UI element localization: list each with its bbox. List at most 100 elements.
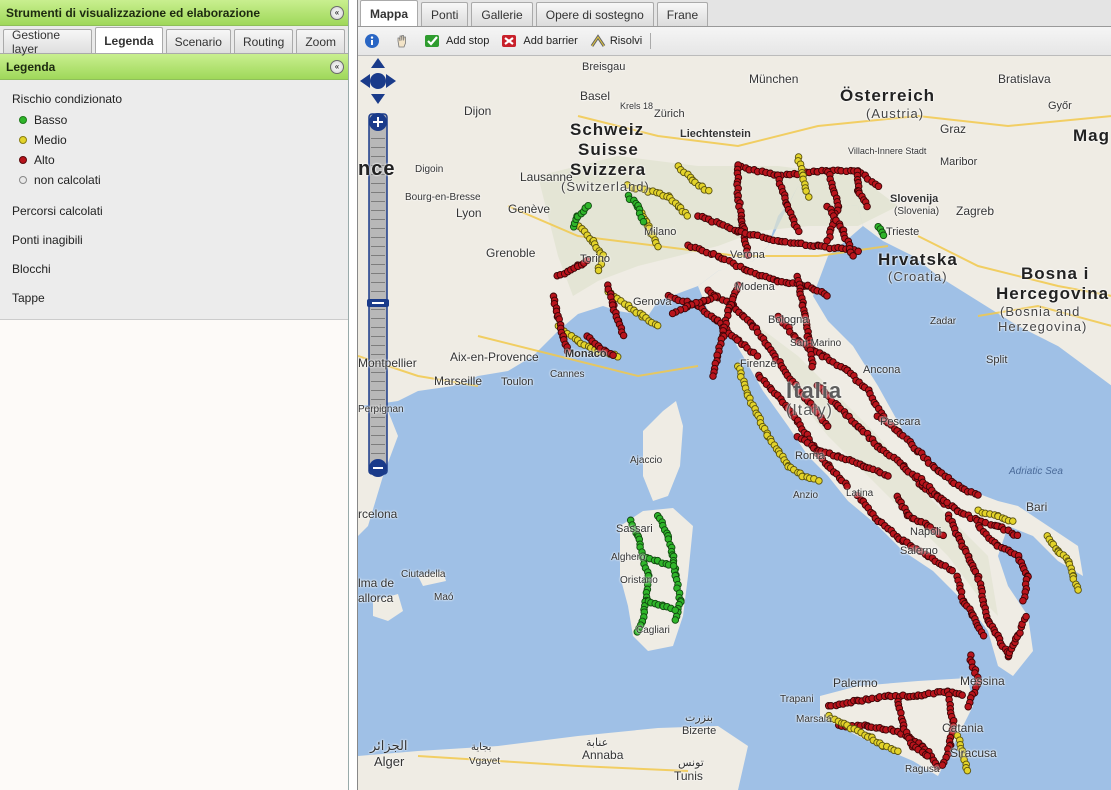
tab-routing[interactable]: Routing (233, 29, 294, 53)
map-label: Vgayet (469, 756, 501, 767)
map-label: Zagreb (956, 204, 995, 218)
legend-group-title: Rischio condizionato (12, 92, 123, 106)
pan-button[interactable] (394, 33, 412, 49)
map-label: Bratislava (998, 72, 1051, 86)
map-label: Split (986, 354, 1008, 366)
collapse-legend-icon[interactable]: « (330, 59, 344, 74)
map-label: Maribor (940, 156, 978, 168)
add-stop-button[interactable]: Add stop (424, 33, 489, 49)
map-label: lma de (358, 576, 395, 590)
map-label: Trieste (886, 226, 920, 238)
map-label: Napoli (910, 526, 942, 538)
map-label: Siracusa (950, 746, 997, 760)
solve-button[interactable]: Risolvi (590, 33, 642, 49)
map-label: Milano (644, 226, 677, 238)
pan-right-icon[interactable] (386, 74, 396, 88)
collapse-icon[interactable]: « (330, 5, 344, 20)
legend-item-basso: Basso (0, 110, 348, 130)
legend-title: Legenda (6, 59, 56, 74)
map-label: (Italy) (786, 402, 833, 419)
map-label: Ancona (863, 364, 901, 376)
tab-ponti[interactable]: Ponti (421, 2, 469, 26)
route-solve-icon (590, 34, 606, 47)
map-panel: Mappa Ponti Gallerie Opere di sostegno F… (357, 0, 1111, 790)
tab-gallerie[interactable]: Gallerie (471, 2, 533, 26)
red-dot-icon (19, 156, 27, 164)
legend-section-blocchi[interactable]: Blocchi (0, 254, 348, 283)
map-label: Dijon (464, 104, 492, 118)
map-label: Torino (580, 253, 610, 265)
add-barrier-label: Add barrier (523, 35, 578, 47)
info-button[interactable] (364, 33, 382, 49)
tools-panel-header: Strumenti di visualizzazione ed elaboraz… (0, 0, 348, 26)
pan-down-icon[interactable] (371, 94, 385, 104)
map-label: Italia (786, 378, 843, 403)
map-label: Toulon (501, 376, 534, 388)
map-label: Aix-en-Provence (450, 350, 539, 364)
map-label: Marseille (434, 374, 483, 388)
legend-item-alto: Alto (0, 150, 348, 170)
map-label: بجاية (471, 742, 492, 753)
hand-icon (397, 35, 406, 48)
legend-section-tappe[interactable]: Tappe (0, 283, 348, 312)
legend-section-ponti[interactable]: Ponti inagibili (0, 225, 348, 254)
map-label: München (749, 72, 799, 86)
map-label: Alghero (611, 552, 646, 563)
map-label: الجزائر (370, 738, 408, 753)
map-label: Perpignan (358, 404, 404, 415)
map-label: Digoin (415, 164, 444, 175)
add-stop-label: Add stop (446, 35, 490, 47)
map-label: (Austria) (866, 106, 925, 121)
pan-center-icon[interactable] (370, 73, 386, 89)
tab-zoom[interactable]: Zoom (296, 29, 345, 53)
map-label: Oristano (620, 575, 658, 586)
tab-scenario[interactable]: Scenario (165, 29, 231, 53)
map-label: Graz (940, 122, 967, 136)
map-label: Zürich (654, 108, 685, 120)
map-label: nce (358, 158, 396, 180)
legend-item-non-calcolati: non calcolati (0, 170, 348, 190)
map-label: Cagliari (636, 625, 670, 636)
pan-left-icon[interactable] (360, 74, 370, 88)
yellow-dot-icon (19, 136, 27, 144)
tab-gestione-layer[interactable]: Gestione layer (3, 28, 93, 56)
map-label: rcelona (358, 507, 398, 521)
map-label: Adriatic Sea (1009, 466, 1063, 477)
map-label: Monaco (565, 348, 607, 360)
pan-control[interactable] (360, 58, 396, 104)
tab-frane[interactable]: Frane (656, 2, 709, 26)
map-label: Genova (633, 296, 672, 308)
map-label: (Bosnia and (1000, 304, 1081, 319)
legend-header: Legenda « (0, 54, 348, 80)
map-label: Grenoble (486, 246, 536, 260)
map-label: Firenze (740, 358, 777, 370)
map-label: Basel (580, 89, 611, 103)
map-label: Messina (960, 674, 1005, 688)
map-label: Trapani (780, 694, 814, 705)
map-canvas[interactable]: Schweiz Suisse Svizzera (Switzerland) Ös… (358, 56, 1111, 790)
map-label: Breisgau (582, 61, 626, 73)
tab-opere-di-sostegno[interactable]: Opere di sostegno (535, 2, 654, 26)
tab-mappa[interactable]: Mappa (360, 0, 419, 26)
map-label: Genève (508, 202, 551, 216)
map-label: Bourg-en-Bresse (405, 192, 481, 203)
add-barrier-icon (502, 35, 517, 47)
map-label: Lausanne (520, 170, 573, 184)
add-barrier-button[interactable]: Add barrier (501, 33, 578, 49)
map-label: Maó (434, 592, 454, 603)
map-label: Cannes (550, 369, 585, 380)
legend-section-percorsi[interactable]: Percorsi calcolati (0, 196, 348, 225)
map-label: Catania (942, 721, 984, 735)
legend-item-label: non calcolati (34, 173, 101, 187)
map-toolbar: Add stop Add barrier Risolvi (358, 27, 1111, 56)
map-label: Zadar (930, 316, 957, 327)
map-label: Slovenija (890, 193, 939, 205)
pan-up-icon[interactable] (371, 58, 385, 68)
zoom-control[interactable] (358, 56, 398, 486)
map-label: Bari (1026, 500, 1048, 514)
map-label: Alger (374, 754, 405, 769)
map-label: Liechtenstein (680, 128, 751, 140)
map-tabs: Mappa Ponti Gallerie Opere di sostegno F… (358, 0, 1111, 27)
map-label: Hercegovina (996, 284, 1110, 303)
tab-legenda[interactable]: Legenda (95, 27, 163, 53)
